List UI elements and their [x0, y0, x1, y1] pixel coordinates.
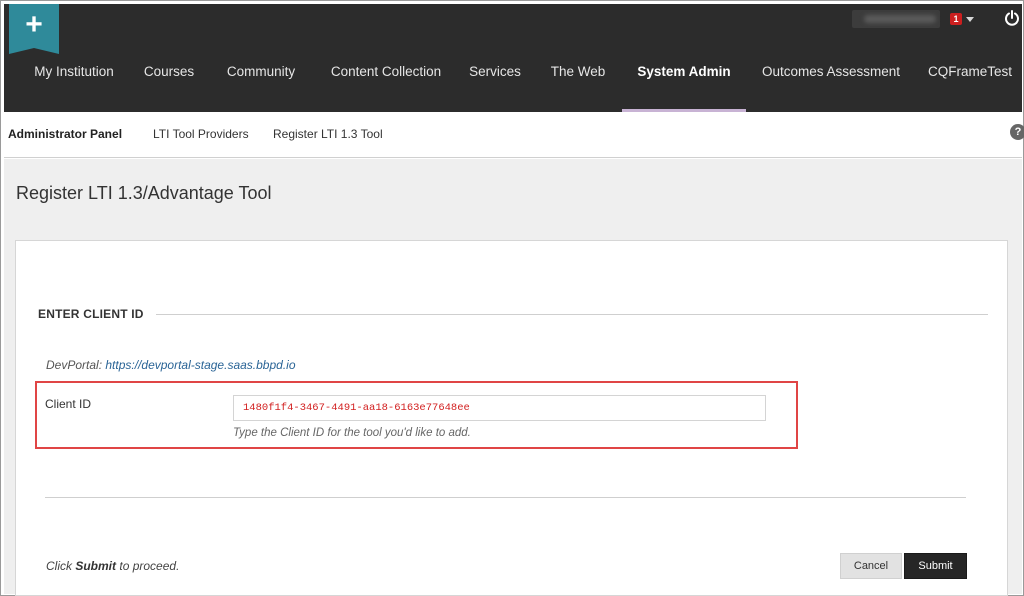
plus-icon: + [25, 8, 43, 41]
client-id-input[interactable]: 1480f1f4-3467-4491-aa18-6163e77648ee [233, 395, 766, 421]
main-nav: My Institution Courses Community Content… [4, 49, 1022, 112]
devportal-link[interactable]: https://devportal-stage.saas.bbpd.io [105, 358, 295, 372]
form-panel: ENTER CLIENT ID DevPortal: https://devpo… [15, 240, 1008, 596]
proceed-prefix: Click [46, 559, 72, 573]
submit-button[interactable]: Submit [904, 553, 967, 579]
section-divider [156, 314, 988, 315]
nav-outcomes-assessment[interactable]: Outcomes Assessment [756, 49, 906, 112]
nav-community[interactable]: Community [218, 49, 304, 112]
page-title: Register LTI 1.3/Advantage Tool [16, 183, 272, 203]
nav-services[interactable]: Services [465, 49, 525, 112]
nav-my-institution[interactable]: My Institution [21, 49, 127, 112]
form-divider [45, 497, 966, 498]
page-content: Register LTI 1.3/Advantage Tool ENTER CL… [4, 159, 1022, 596]
logo-tab[interactable]: + [9, 4, 59, 54]
breadcrumb-lti-tool-providers[interactable]: LTI Tool Providers [153, 127, 249, 141]
nav-the-web[interactable]: The Web [546, 49, 610, 112]
nav-courses[interactable]: Courses [139, 49, 199, 112]
breadcrumb-register-lti-tool: Register LTI 1.3 Tool [273, 127, 383, 141]
breadcrumb: Administrator Panel LTI Tool Providers R… [4, 112, 1024, 158]
nav-cqframetest[interactable]: CQFrameTest [920, 49, 1020, 112]
chevron-down-icon[interactable] [966, 17, 974, 22]
power-icon[interactable] [1004, 10, 1020, 26]
breadcrumb-administrator-panel[interactable]: Administrator Panel [8, 127, 122, 141]
devportal-line: DevPortal: https://devportal-stage.saas.… [46, 358, 296, 372]
user-name-redacted [864, 15, 936, 23]
help-icon[interactable]: ? [1010, 124, 1024, 140]
proceed-bold: Submit [75, 559, 117, 573]
top-bar: + 1 My Institution Courses Community Con… [4, 4, 1022, 112]
client-id-label: Client ID [45, 397, 92, 411]
nav-content-collection[interactable]: Content Collection [322, 49, 450, 112]
notification-badge[interactable]: 1 [950, 13, 962, 25]
user-menu[interactable] [852, 10, 940, 28]
section-heading: ENTER CLIENT ID [38, 307, 144, 321]
client-id-hint: Type the Client ID for the tool you'd li… [233, 427, 471, 439]
proceed-instruction: Click Submit to proceed. [46, 559, 179, 573]
devportal-label: DevPortal: [46, 358, 103, 372]
cancel-button[interactable]: Cancel [840, 553, 902, 579]
nav-system-admin[interactable]: System Admin [622, 49, 746, 112]
proceed-suffix: to proceed. [119, 559, 180, 573]
